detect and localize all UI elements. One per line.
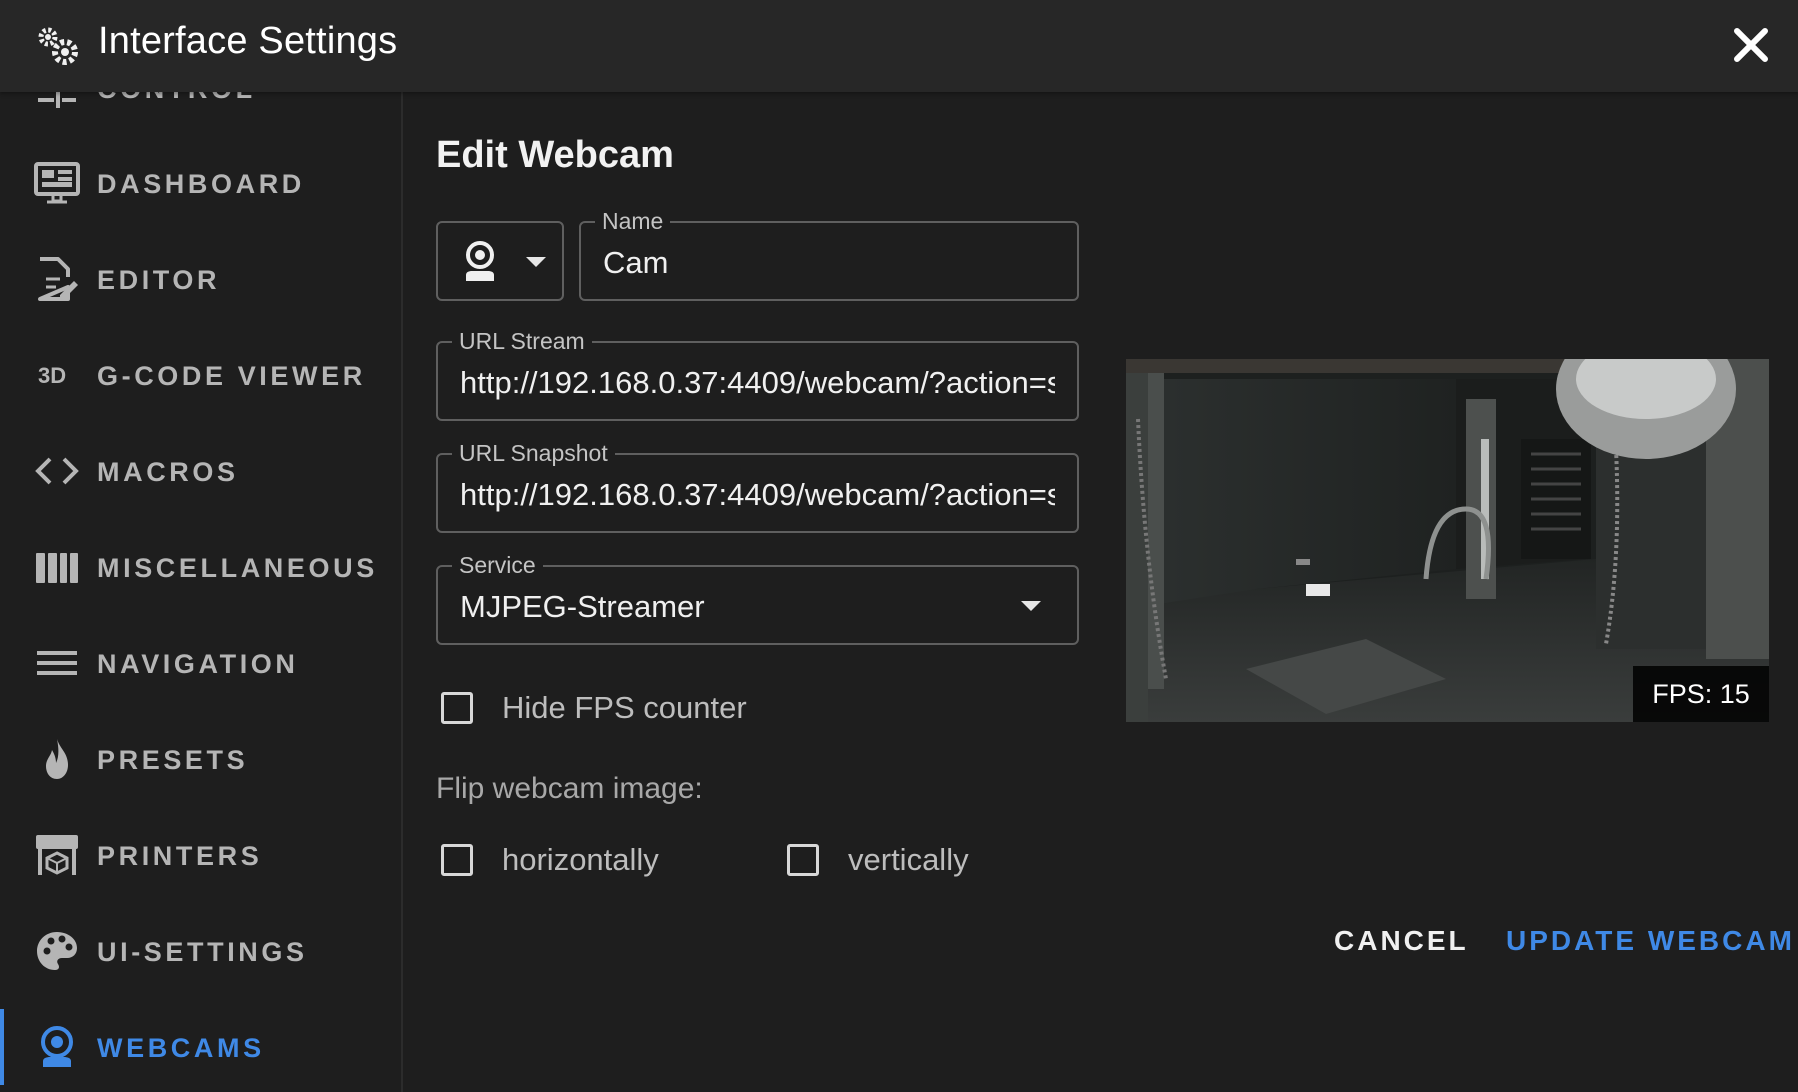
sidebar-item-printers[interactable]: PRINTERS	[0, 811, 401, 899]
svg-text:3D: 3D	[38, 363, 66, 388]
cogs-icon	[38, 27, 78, 65]
chevron-down-icon	[1021, 601, 1041, 611]
checkbox-box[interactable]	[787, 844, 819, 876]
cancel-button[interactable]: CANCEL	[1334, 919, 1469, 963]
edit-webcam-panel: Edit Webcam Name Cam URL Stream http://1…	[403, 92, 1798, 1092]
url-stream-field[interactable]: URL Stream http://192.168.0.37:4409/webc…	[436, 328, 1079, 421]
name-input[interactable]: Cam	[603, 245, 1055, 281]
chevron-down-icon	[526, 257, 546, 267]
url-snapshot-input[interactable]: http://192.168.0.37:4409/webcam/?action=…	[460, 477, 1055, 513]
close-icon[interactable]	[1732, 26, 1770, 64]
webcam-icon	[466, 241, 494, 281]
sidebar-item-miscellaneous[interactable]: MISCELLANEOUS	[0, 523, 401, 611]
service-label: Service	[452, 552, 543, 578]
page-title: Edit Webcam	[436, 134, 674, 176]
dialog-title-bar: Interface Settings	[0, 0, 1798, 92]
sidebar-item-presets[interactable]: PRESETS	[0, 715, 401, 803]
webcam-icon	[41, 1026, 73, 1067]
sidebar-item-label: CONTROL	[97, 92, 256, 105]
control-icon	[38, 92, 76, 108]
sidebar-item-navigation[interactable]: NAVIGATION	[0, 619, 401, 707]
sidebar-item-label: MISCELLANEOUS	[97, 553, 378, 583]
url-snapshot-label: URL Snapshot	[452, 440, 615, 466]
update-webcam-button[interactable]: UPDATE WEBCAM	[1506, 919, 1795, 963]
fps-counter: FPS: 15	[1633, 666, 1769, 722]
sidebar-item-label: NAVIGATION	[97, 649, 299, 679]
menu-lines-icon	[37, 651, 77, 675]
palette-icon	[37, 932, 77, 970]
printer-3d-icon	[36, 835, 78, 875]
checkbox-box[interactable]	[441, 692, 473, 724]
flip-vertical-label: vertically	[848, 842, 969, 877]
fire-icon	[46, 739, 68, 779]
hide-fps-checkbox[interactable]: Hide FPS counter	[441, 690, 747, 726]
file-edit-icon	[38, 257, 78, 301]
sidebar-item-ui-settings[interactable]: UI-SETTINGS	[0, 907, 401, 995]
sidebar-item-label: PRESETS	[97, 745, 249, 775]
sidebar-item-label: UI-SETTINGS	[97, 937, 308, 967]
library-shelves-icon	[36, 553, 78, 583]
service-value: MJPEG-Streamer	[460, 589, 705, 624]
sidebar-item-control[interactable]: CONTROL	[0, 92, 401, 132]
url-snapshot-field[interactable]: URL Snapshot http://192.168.0.37:4409/we…	[436, 440, 1079, 533]
webcam-icon-select[interactable]	[436, 221, 564, 301]
hide-fps-label: Hide FPS counter	[502, 690, 747, 725]
dialog-title: Interface Settings	[98, 20, 398, 62]
sidebar-item-gcode-viewer[interactable]: 3D G-CODE VIEWER	[0, 331, 401, 419]
sidebar-item-macros[interactable]: MACROS	[0, 427, 401, 515]
sidebar-item-label: EDITOR	[97, 265, 221, 295]
sidebar-item-label: WEBCAMS	[97, 1033, 265, 1063]
sidebar-item-label: DASHBOARD	[97, 169, 305, 199]
sidebar-item-editor[interactable]: EDITOR	[0, 235, 401, 323]
sidebar-item-dashboard[interactable]: DASHBOARD	[0, 139, 401, 227]
flip-horizontal-checkbox[interactable]: horizontally	[441, 842, 659, 878]
flip-image-label: Flip webcam image:	[436, 772, 703, 805]
service-select[interactable]: Service MJPEG-Streamer	[436, 552, 1079, 645]
flip-horizontal-label: horizontally	[502, 842, 659, 877]
name-label: Name	[595, 208, 671, 234]
url-stream-input[interactable]: http://192.168.0.37:4409/webcam/?action=…	[460, 365, 1055, 401]
webcam-preview: FPS: 15	[1126, 359, 1769, 722]
sidebar-item-label: MACROS	[97, 457, 239, 487]
flip-vertical-checkbox[interactable]: vertically	[787, 842, 969, 878]
sidebar-item-webcams[interactable]: WEBCAMS	[0, 1003, 401, 1091]
name-field[interactable]: Name Cam	[579, 208, 1079, 301]
url-stream-label: URL Stream	[452, 328, 592, 354]
3d-icon: 3D	[38, 363, 66, 388]
sidebar-item-label: G-CODE VIEWER	[97, 361, 366, 391]
settings-sidebar: CONTROL DASHBOARD EDITOR 3D G-CODE VIEWE…	[0, 92, 403, 1092]
sidebar-item-label: PRINTERS	[97, 841, 263, 871]
monitor-dashboard-icon	[34, 162, 80, 204]
checkbox-box[interactable]	[441, 844, 473, 876]
active-indicator	[0, 1009, 4, 1085]
code-brackets-icon	[35, 457, 79, 485]
